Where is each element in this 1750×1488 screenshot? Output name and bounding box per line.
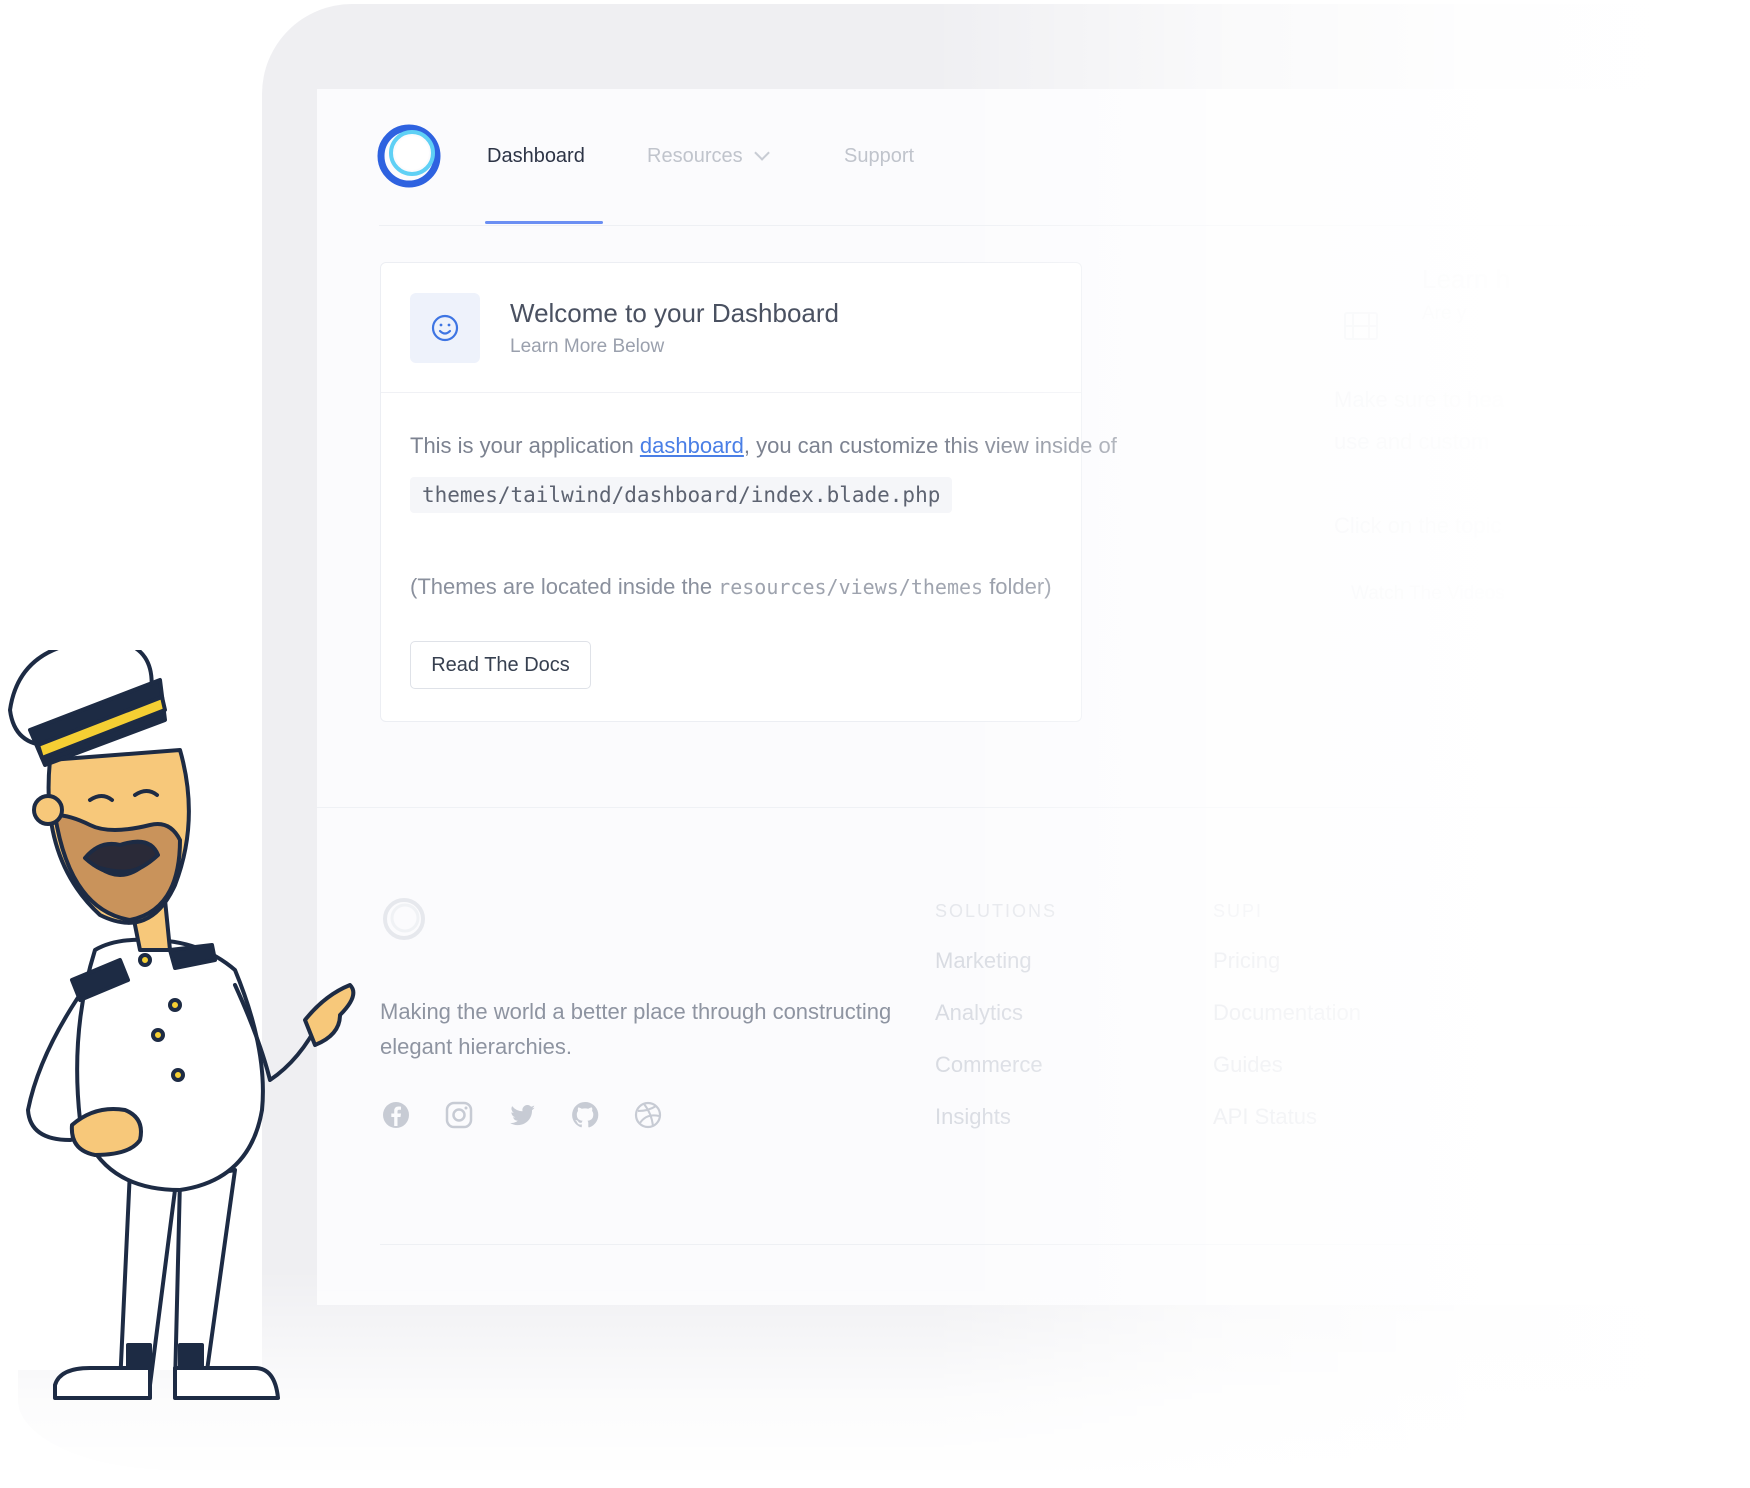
card-title: Welcome to your Dashboard — [510, 298, 840, 328]
footer-link-commerce[interactable]: Commerce — [935, 1052, 1043, 1078]
body-suffix: , you can customize this view inside of — [743, 433, 1117, 458]
film-icon — [1344, 312, 1378, 340]
footer-link-documentation[interactable]: Documentation — [1213, 1000, 1361, 1026]
nav-divider — [379, 225, 1750, 226]
smile-icon — [431, 314, 459, 342]
card-divider — [381, 392, 1081, 393]
card2-line1: Make sure to hea — [1334, 387, 1504, 412]
section-divider — [317, 807, 1750, 808]
card2-line3: Click on the topic — [1334, 513, 1502, 538]
note-code: resources/views/themes — [718, 575, 984, 599]
card-body-text: This is your application dashboard, you … — [410, 433, 1117, 459]
nav-resources-label: Resources — [647, 145, 743, 167]
footer-link-api-status[interactable]: API Status — [1213, 1104, 1317, 1130]
nav-support[interactable]: Support — [844, 145, 914, 168]
themes-note: (Themes are located inside the resources… — [410, 574, 1052, 600]
code-path: themes/tailwind/dashboard/index.blade.ph… — [410, 477, 953, 513]
captain-mascot-illustration — [8, 650, 356, 1400]
footer-link-insights[interactable]: Insights — [935, 1104, 1011, 1130]
card2-line2: use and custom — [1334, 429, 1490, 454]
body-prefix: This is your application — [410, 433, 640, 458]
footer-tagline: Making the world a better place through … — [380, 999, 892, 1059]
active-tab-indicator — [485, 221, 603, 224]
welcome-card: Welcome to your Dashboard Learn More Bel… — [380, 262, 1117, 722]
footer-heading-solutions: SOLUTIONS — [935, 901, 1058, 921]
footer-link-marketing[interactable]: Marketing — [935, 948, 1032, 974]
note-suffix: folder) — [983, 574, 1052, 599]
read-docs-button[interactable]: Read The Docs — [410, 641, 591, 689]
chevron-down-icon — [753, 145, 770, 161]
card2-title: Learn h — [1422, 264, 1511, 294]
twitter-icon[interactable] — [506, 1099, 538, 1131]
watch-videos-button[interactable]: Watch The Videos — [1351, 583, 1505, 605]
instagram-icon[interactable] — [443, 1099, 475, 1131]
footer-link-guides[interactable]: Guides — [1213, 1052, 1283, 1078]
nav-dashboard[interactable]: Dashboard — [487, 145, 585, 168]
dribbble-icon[interactable] — [632, 1099, 664, 1131]
footer-link-pricing[interactable]: Pricing — [1213, 948, 1280, 974]
card2-subtitle: Are y — [1422, 303, 1467, 324]
dashboard-link[interactable]: dashboard — [640, 433, 744, 458]
footer-link-analytics[interactable]: Analytics — [935, 1000, 1023, 1026]
github-icon[interactable] — [569, 1099, 601, 1131]
note-prefix: (Themes are located inside the — [410, 574, 719, 599]
card-subtitle: Learn More Below — [510, 336, 665, 357]
card-icon-box — [410, 293, 480, 363]
app-screen: Dashboard Resources Support Welcome to y… — [317, 89, 1750, 1305]
nav-resources[interactable]: Resources — [647, 145, 770, 168]
app-logo[interactable] — [377, 124, 441, 188]
footer-bottom-divider — [380, 1244, 1750, 1245]
footer-heading-support: SUPI — [1213, 901, 1264, 921]
